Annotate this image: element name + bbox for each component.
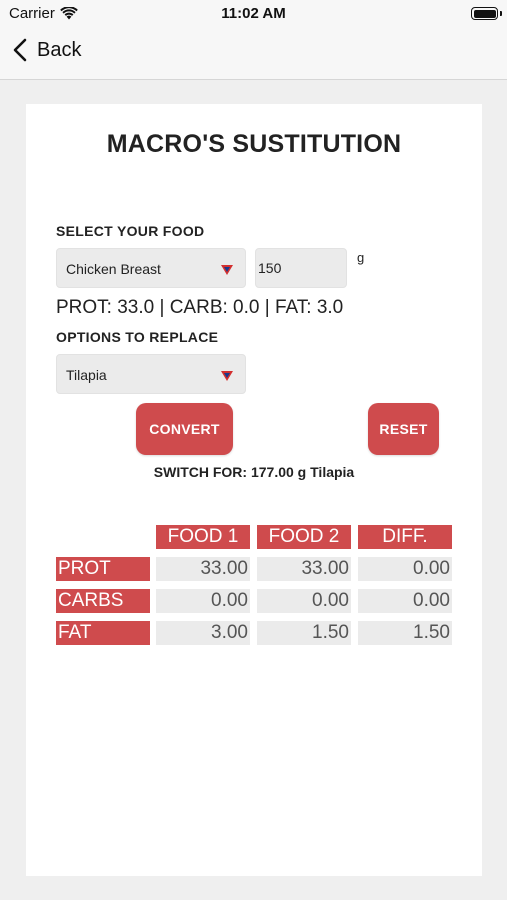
replace-select-value: Tilapia bbox=[66, 367, 107, 383]
table-row-label-carbs: CARBS bbox=[56, 589, 150, 613]
food-select[interactable]: Chicken Breast bbox=[56, 248, 246, 288]
table-cell: 33.00 bbox=[156, 557, 250, 581]
battery-nub bbox=[500, 11, 502, 16]
table-header-diff: DIFF. bbox=[358, 525, 452, 549]
table-cell: 3.00 bbox=[156, 621, 250, 645]
table-header-food1: FOOD 1 bbox=[156, 525, 250, 549]
back-button[interactable]: Back bbox=[13, 38, 81, 62]
convert-button[interactable]: CONVERT bbox=[136, 403, 233, 455]
table-cell: 1.50 bbox=[358, 621, 452, 645]
table-cell: 0.00 bbox=[156, 589, 250, 613]
table-cell: 1.50 bbox=[257, 621, 351, 645]
battery-icon bbox=[471, 7, 498, 20]
back-label: Back bbox=[37, 38, 82, 61]
table-row-label-fat: FAT bbox=[56, 621, 150, 645]
status-bar: Carrier 11:02 AM bbox=[0, 0, 507, 28]
page-title: MACRO'S SUSTITUTION bbox=[106, 130, 402, 158]
switch-result: SWITCH FOR: 177.00 g Tilapia bbox=[153, 464, 355, 480]
table-cell: 0.00 bbox=[358, 589, 452, 613]
table-cell: 33.00 bbox=[257, 557, 351, 581]
table-cell: 0.00 bbox=[257, 589, 351, 613]
dropdown-arrow-icon bbox=[221, 371, 233, 381]
table-cell: 0.00 bbox=[358, 557, 452, 581]
table-header-food2: FOOD 2 bbox=[257, 525, 351, 549]
macros-summary: PROT: 33.0 | CARB: 0.0 | FAT: 3.0 bbox=[56, 297, 344, 318]
main-card: MACRO'S SUSTITUTION SELECT YOUR FOOD Chi… bbox=[26, 104, 482, 876]
unit-label: g bbox=[357, 250, 365, 265]
chevron-left-icon bbox=[13, 38, 27, 62]
reset-button[interactable]: RESET bbox=[368, 403, 439, 455]
food-select-value: Chicken Breast bbox=[66, 261, 161, 277]
select-food-label: SELECT YOUR FOOD bbox=[56, 223, 205, 239]
replace-select[interactable]: Tilapia bbox=[56, 354, 246, 394]
status-time: 11:02 AM bbox=[221, 5, 286, 22]
navigation-bar: Back bbox=[0, 28, 507, 80]
dropdown-arrow-icon bbox=[221, 265, 233, 275]
options-to-replace-label: OPTIONS TO REPLACE bbox=[56, 329, 219, 345]
table-row-label-prot: PROT bbox=[56, 557, 150, 581]
quantity-input[interactable] bbox=[255, 248, 347, 288]
